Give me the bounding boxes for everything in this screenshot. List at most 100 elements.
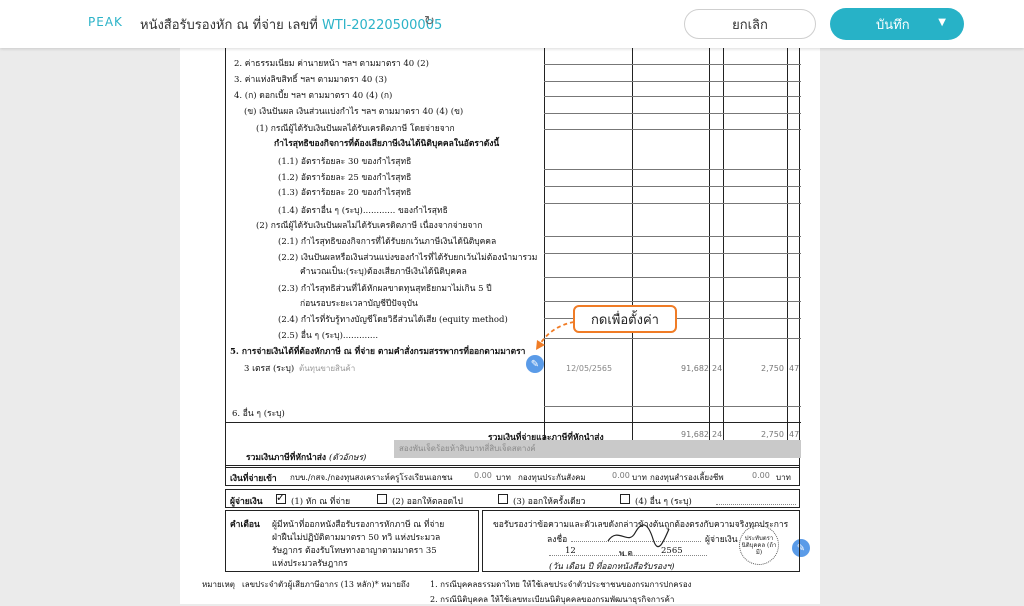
fund-unit-2: บาท (632, 473, 647, 482)
total-text-label: รวมเงินภาษีที่หักนำส่ง (ตัวอักษร) (246, 450, 366, 464)
warning-line-4: แห่งประมวลรัษฎากร (272, 559, 348, 569)
payer-option-4-checkbox[interactable] (620, 494, 630, 504)
item-4b: (ข) เงินปันผล เงินส่วนแบ่งกำไร ฯลฯ ตามมา… (244, 107, 464, 117)
certify-box: ขอรับรองว่าข้อความและตัวเลขดังกล่าวข้างต… (482, 510, 800, 572)
footnote-note-1: 1. กรณีบุคคลธรรมดาไทย ให้ใช้เลขประจำตัวป… (430, 580, 692, 589)
fund-unit-1: บาท (496, 473, 511, 482)
save-button-label: บันทึก (876, 17, 910, 33)
date-line (549, 555, 707, 556)
fund-value-3: 0.00 (752, 471, 770, 480)
row-line (544, 64, 801, 65)
fund-unit-3: บาท (776, 473, 791, 482)
row-line (544, 338, 801, 339)
settings-callout: กดเพื่อตั้งค่า (573, 305, 677, 333)
row-line (544, 236, 801, 237)
item-5-amount: 91,682 (681, 364, 709, 373)
item-1-3: (1.3) อัตราร้อยละ 20 ของกำไรสุทธิ (278, 188, 412, 198)
item-5-date: 12/05/2565 (566, 364, 613, 373)
warning-line-3: รัษฎากร ต้องรับโทษทางอาญาตามมาตรา 35 (272, 546, 437, 556)
warning-line-1: ผู้มีหน้าที่ออกหนังสือรับรองการหักภาษี ณ… (272, 520, 445, 530)
fund-label: เงินที่จ่ายเข้า (230, 474, 277, 484)
callout-arrow (536, 321, 575, 350)
column-divider (709, 48, 710, 440)
item-1-2: (1.2) อัตราร้อยละ 25 ของกำไรสุทธิ (278, 173, 412, 183)
item-5-amount-decimal: 24 (712, 364, 723, 373)
item-6: 6. อื่น ๆ (ระบุ) (232, 409, 285, 419)
item-2: 2. ค่าธรรมเนียม ค่านายหน้า ฯลฯ ตามมาตรา … (234, 59, 429, 69)
row-line (544, 277, 801, 278)
company-stamp: ประทับตรา นิติบุคคล (ถ้ามี) (739, 525, 779, 565)
column-divider (544, 48, 545, 440)
total-text-value: สองพันเจ็ดร้อยห้าสิบบาทสี่สิบเจ็ดสตางค์ (394, 440, 801, 458)
top-bar: PEAK หนังสือรับรองหัก ณ ที่จ่าย เลขที่ W… (0, 0, 1024, 48)
warning-line-2: ฝ่าฝืนไม่ปฏิบัติตามมาตรา 50 ทวิ แห่งประม… (272, 533, 441, 543)
income-table: 2. ค่าธรรมเนียม ค่านายหน้า ฯลฯ ตามมาตรา … (225, 48, 801, 468)
signature-image (607, 524, 670, 548)
fund-text: กบข./กสจ./กองทุนสงเคราะห์ครูโรงเรียนเอกช… (290, 473, 453, 482)
item-1-4: (1.4) อัตราอื่น ๆ (ระบุ)............ ของ… (278, 206, 448, 216)
column-divider (723, 48, 724, 440)
payer-option-3: (3) ออกให้ครั้งเดียว (513, 497, 586, 507)
payer-option-1: (1) หัก ณ ที่จ่าย (291, 497, 351, 507)
cert-month: พ.ค. (619, 549, 636, 559)
fund-value-2: 0.00 (612, 471, 630, 480)
cancel-button[interactable]: ยกเลิก (684, 9, 816, 39)
item-2-4: (2.4) กำไรที่รับรู้ทางบัญชีโดยวิธีส่วนได… (278, 315, 508, 325)
row-line (544, 81, 801, 82)
total-tax-decimal: 47 (789, 430, 800, 439)
warning-label: คำเตือน (230, 520, 260, 530)
payer-word: ผู้จ่ายเงิน (705, 535, 738, 545)
column-divider (632, 48, 633, 440)
warning-box: คำเตือน ผู้มีหน้าที่ออกหนังสือรับรองการห… (225, 510, 479, 572)
peak-logo: PEAK (88, 15, 123, 29)
dotted-line (716, 504, 796, 505)
checkmark-icon: ✓ (276, 491, 286, 504)
column-divider (787, 48, 788, 440)
fund-text-2: กองทุนประกันสังคม (518, 473, 586, 482)
item-1-1: (1.1) อัตราร้อยละ 30 ของกำไรสุทธิ (278, 157, 412, 167)
footnote-label: หมายเหตุ (202, 580, 235, 589)
refresh-icon[interactable]: ↻ (424, 14, 438, 29)
item-2-5: (2.5) อื่น ๆ (ระบุ)............. (278, 331, 379, 341)
item-2-2-desc: คำนวณเป็น:(ระบุ)ต้องเสียภาษีเงินได้นิติบ… (300, 267, 467, 277)
row-line (544, 253, 801, 254)
row-line (544, 169, 801, 170)
item-4b-1-desc: กำไรสุทธิของกิจการที่ต้องเสียภาษีเงินได้… (274, 139, 500, 149)
total-tax: 2,750 (761, 430, 784, 439)
footnote-note-2: 2. กรณีนิติบุคคล ให้ใช้เลขทะเบียนนิติบุค… (430, 595, 675, 604)
fund-text-3: กองทุนสำรองเลี้ยงชีพ (650, 473, 724, 482)
item-5-description: ต้นทุนขายสินค้า (299, 364, 356, 373)
total-text-label-main: รวมเงินภาษีที่หักนำส่ง (246, 453, 327, 463)
row-line (544, 129, 801, 130)
document-preview: 2. ค่าธรรมเนียม ค่านายหน้า ฯลฯ ตามมาตรา … (180, 48, 820, 604)
row-line (226, 422, 801, 423)
payer-label: ผู้จ่ายเงิน (230, 497, 263, 507)
fund-value-1: 0.00 (474, 471, 492, 480)
date-caption: (วัน เดือน ปี ที่ออกหนังสือรับรองฯ) (549, 562, 675, 572)
payer-option-3-checkbox[interactable] (498, 494, 508, 504)
row-line (544, 186, 801, 187)
item-2-2: (2.2) เงินปันผลหรือเงินส่วนแบ่งของกำไรที… (278, 253, 538, 263)
payer-option-2: (2) ออกให้ตลอดไป (392, 497, 463, 507)
row-line (544, 301, 801, 302)
fund-row: เงินที่จ่ายเข้า กบข./กสจ./กองทุนสงเคราะห… (225, 465, 800, 486)
chevron-down-icon[interactable]: ▼ (938, 17, 946, 28)
item-5-3-tres: 3 เตรส (ระบุ) (244, 364, 295, 374)
row-line (544, 406, 801, 407)
row-line (544, 113, 801, 114)
row-line (544, 96, 801, 97)
save-button[interactable]: บันทึก ▼ (830, 8, 964, 40)
item-5-tax: 2,750 (761, 364, 784, 373)
page-title-label: หนังสือรับรองหัก ณ ที่จ่าย เลขที่ (140, 18, 318, 33)
payer-row: ผู้จ่ายเงิน ✓ (1) หัก ณ ที่จ่าย (2) ออกใ… (225, 489, 800, 508)
total-amount-decimal: 24 (712, 430, 723, 439)
total-amount: 91,682 (681, 430, 709, 439)
item-4b-2: (2) กรณีผู้ได้รับเงินปันผลไม่ได้รับเครดิ… (256, 221, 483, 231)
item-3: 3. ค่าแห่งลิขสิทธิ์ ฯลฯ ตามมาตรา 40 (3) (234, 75, 388, 85)
item-2-3: (2.3) กำไรสุทธิส่วนที่ได้หักผลขาดทุนสุทธ… (278, 284, 492, 294)
item-4b-1: (1) กรณีผู้ได้รับเงินปันผลได้รับเครดิตภา… (256, 124, 455, 134)
item-5: 5. การจ่ายเงินได้ที่ต้องหักภาษี ณ ที่จ่า… (230, 347, 526, 357)
payer-option-4: (4) อื่น ๆ (ระบุ) (635, 497, 692, 507)
edit-pencil-icon[interactable]: ✎ (526, 355, 544, 373)
payer-option-2-checkbox[interactable] (377, 494, 387, 504)
